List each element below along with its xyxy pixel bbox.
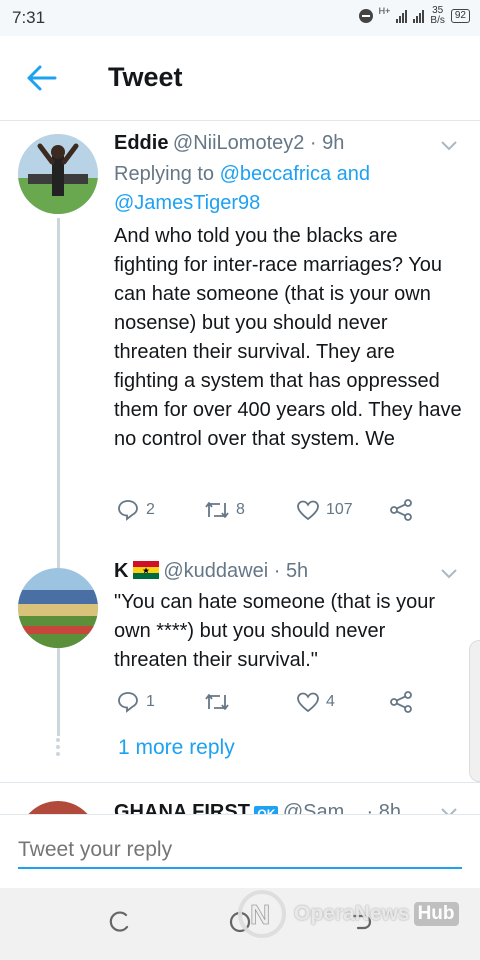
ghana-flag-icon bbox=[132, 561, 159, 579]
watermark-text: OperaNews bbox=[294, 902, 410, 925]
avatar[interactable] bbox=[18, 134, 98, 214]
user-handle: @Sam... · 8h bbox=[282, 801, 401, 814]
network-type: H+ bbox=[378, 6, 391, 16]
recents-icon[interactable] bbox=[108, 910, 132, 934]
reply-count: 2 bbox=[146, 501, 155, 518]
tweet-text: "You can hate someone (that is your own … bbox=[114, 591, 436, 671]
user-handle: @NiiLomotey2 · 9h bbox=[172, 132, 345, 154]
reply-bar bbox=[0, 814, 480, 889]
watermark: N OperaNews Hub bbox=[234, 884, 459, 944]
watermark-hub: Hub bbox=[413, 902, 459, 926]
thread-dots bbox=[56, 738, 60, 759]
caret-down-icon[interactable] bbox=[440, 568, 458, 580]
replying-to: Replying to @beccafrica and @JamesTiger9… bbox=[114, 163, 371, 214]
tweet-item[interactable]: Eddie @NiiLomotey2 · 9h Replying to @bec… bbox=[0, 120, 480, 558]
caret-down-icon[interactable] bbox=[440, 140, 458, 152]
display-name[interactable]: Eddie bbox=[114, 132, 168, 154]
tweet-text: And who told you the blacks are fighting… bbox=[114, 225, 462, 450]
battery-icon: 92 bbox=[450, 9, 470, 23]
tweet-actions: 2 8 107 bbox=[116, 498, 414, 522]
network-speed: 35 B/s bbox=[430, 5, 445, 26]
signal-icon bbox=[396, 9, 408, 23]
tweet-actions: 1 4 bbox=[116, 690, 414, 714]
do-not-disturb-icon bbox=[358, 9, 373, 23]
opera-news-logo-icon: N bbox=[238, 890, 286, 938]
display-name[interactable]: K bbox=[114, 560, 128, 582]
retweet-button[interactable] bbox=[204, 691, 296, 713]
reply-button[interactable]: 2 bbox=[116, 498, 204, 522]
share-icon bbox=[390, 499, 412, 521]
more-replies-link[interactable]: 1 more reply bbox=[118, 736, 235, 760]
thread-line bbox=[57, 558, 60, 568]
verified-badge: OK bbox=[254, 806, 279, 814]
display-name[interactable]: GHANA FIRST bbox=[114, 801, 250, 814]
scroll-handle[interactable] bbox=[469, 640, 480, 782]
retweet-icon bbox=[205, 694, 229, 710]
reply-icon bbox=[118, 500, 138, 521]
share-icon bbox=[390, 691, 412, 713]
page-title: Tweet bbox=[108, 62, 183, 92]
status-bar: 7:31 H+ 35 B/s 92 bbox=[0, 0, 480, 36]
signal-icon-2 bbox=[413, 9, 425, 23]
back-arrow-icon bbox=[27, 65, 57, 91]
retweet-icon bbox=[205, 502, 229, 518]
like-button[interactable]: 4 bbox=[296, 691, 388, 713]
mention-link[interactable]: @JamesTiger98 bbox=[114, 192, 260, 214]
status-time: 7:31 bbox=[12, 8, 46, 27]
share-button[interactable] bbox=[388, 498, 414, 522]
reply-button[interactable]: 1 bbox=[116, 690, 204, 714]
top-app-bar: Tweet bbox=[0, 36, 480, 121]
svg-text:N: N bbox=[250, 899, 270, 930]
thread-line bbox=[57, 218, 60, 558]
avatar[interactable] bbox=[18, 801, 98, 814]
like-count: 4 bbox=[326, 693, 335, 710]
avatar[interactable] bbox=[18, 568, 98, 648]
back-button[interactable] bbox=[26, 64, 58, 92]
like-icon bbox=[297, 692, 319, 713]
user-handle: @kuddawei · 5h bbox=[163, 560, 309, 582]
reply-count: 1 bbox=[146, 693, 155, 710]
caret-down-icon[interactable] bbox=[440, 807, 458, 814]
tweet-item[interactable]: GHANA FIRST OK @Sam... · 8h bbox=[0, 783, 480, 814]
like-button[interactable]: 107 bbox=[296, 499, 388, 521]
share-button[interactable] bbox=[388, 690, 414, 714]
retweet-count: 8 bbox=[236, 501, 245, 518]
thread-line bbox=[57, 648, 60, 736]
tweet-header: K @kuddawei · 5h bbox=[114, 560, 308, 583]
mention-link[interactable]: @beccafrica bbox=[220, 163, 331, 185]
reply-input[interactable] bbox=[18, 833, 462, 869]
tweet-item[interactable]: K @kuddawei · 5h "You can hate someone (… bbox=[0, 558, 480, 736]
like-count: 107 bbox=[326, 501, 353, 518]
tweet-header: Eddie @NiiLomotey2 · 9h bbox=[114, 132, 344, 155]
tweet-header: GHANA FIRST OK @Sam... · 8h bbox=[114, 801, 401, 814]
status-icons: H+ 35 B/s 92 bbox=[358, 5, 470, 26]
reply-icon bbox=[118, 692, 138, 713]
retweet-button[interactable]: 8 bbox=[204, 499, 296, 521]
like-icon bbox=[297, 500, 319, 521]
